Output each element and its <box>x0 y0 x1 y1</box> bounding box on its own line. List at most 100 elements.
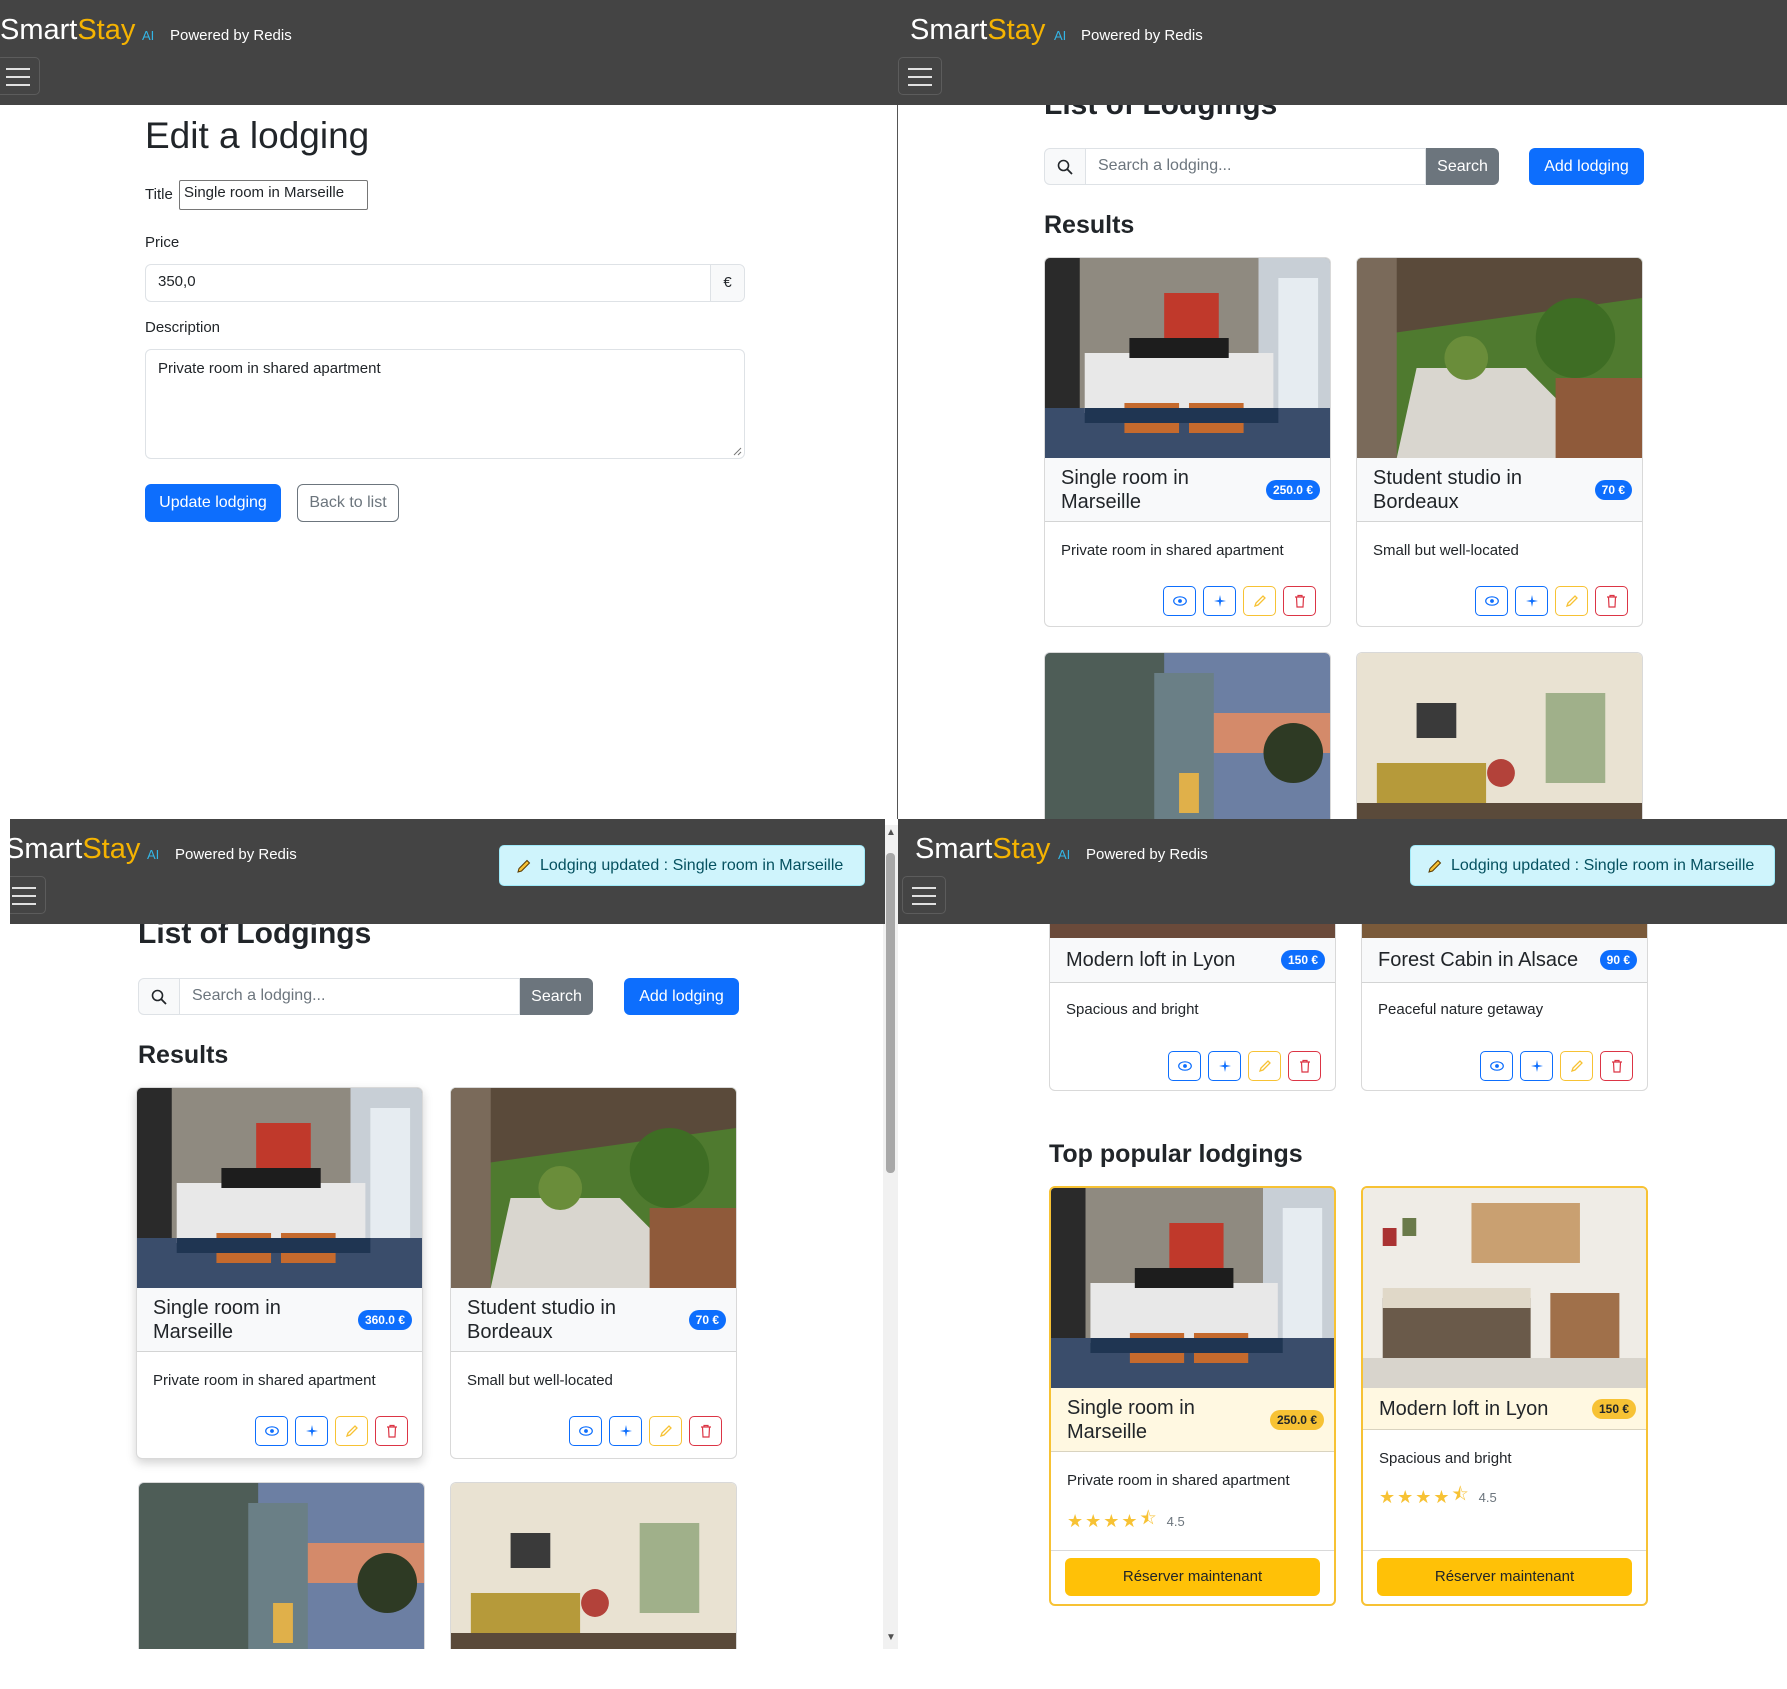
lodging-card[interactable] <box>450 1482 737 1649</box>
pencil-icon <box>1570 1060 1583 1073</box>
price-input[interactable]: 350,0 <box>146 265 710 301</box>
description-textarea[interactable]: Private room in shared apartment <box>145 349 745 459</box>
edit-button[interactable] <box>649 1416 682 1446</box>
card-title: Single room in Marseille <box>153 1296 281 1343</box>
edit-button[interactable] <box>1555 586 1588 616</box>
search-button[interactable]: Search <box>520 978 593 1015</box>
eye-icon <box>1484 596 1499 606</box>
card-actions <box>1475 586 1628 616</box>
ai-label: AI <box>142 28 155 43</box>
powered-by-label: Powered by Redis <box>175 846 297 863</box>
sparkle-icon <box>619 1425 632 1437</box>
pencil-icon <box>1428 859 1442 873</box>
card-title: Student studio in Bordeaux <box>1373 466 1522 513</box>
brand-logo[interactable]: SmartStay <box>10 833 140 866</box>
price-badge: 360.0 € <box>357 1309 412 1330</box>
update-lodging-button[interactable]: Update lodging <box>145 484 281 522</box>
brand-logo[interactable]: SmartStay <box>0 14 135 47</box>
sparkle-icon <box>1218 1060 1231 1072</box>
list-pane-before: SmartStay AI Powered by Redis List of Lo… <box>898 0 1787 819</box>
lodging-card[interactable] <box>138 1482 425 1649</box>
ai-button[interactable] <box>1520 1051 1553 1081</box>
delete-button[interactable] <box>1288 1051 1321 1081</box>
view-button[interactable] <box>255 1416 288 1446</box>
brand-logo[interactable]: SmartStay <box>915 833 1050 866</box>
price-label: Price <box>145 234 180 251</box>
menu-toggle-button[interactable] <box>902 876 946 914</box>
brand-logo[interactable]: SmartStay <box>910 14 1045 47</box>
lodging-card[interactable]: Student studio in Bordeaux 70 € Small bu… <box>1356 257 1643 627</box>
ai-button[interactable] <box>609 1416 642 1446</box>
card-title: Single room in Marseille <box>1061 466 1189 513</box>
lodging-card[interactable] <box>1044 652 1331 819</box>
star-icon: ★ <box>1121 1510 1138 1531</box>
edit-lodging-pane: SmartStay AI Powered by Redis Edit a lod… <box>0 0 898 819</box>
search-button[interactable]: Search <box>1426 148 1499 185</box>
view-button[interactable] <box>1163 586 1196 616</box>
delete-button[interactable] <box>1283 586 1316 616</box>
ai-button[interactable] <box>1203 586 1236 616</box>
currency-addon: € <box>710 265 744 301</box>
add-lodging-button[interactable]: Add lodging <box>1529 148 1644 185</box>
lodging-card[interactable]: Single room in Marseille 250.0 € Private… <box>1044 257 1331 627</box>
menu-toggle-button[interactable] <box>10 876 46 914</box>
lodging-card[interactable]: Student studio in Bordeaux 70 € Small bu… <box>450 1087 737 1459</box>
menu-toggle-button[interactable] <box>0 57 40 95</box>
card-description: Spacious and bright <box>1379 1450 1512 1467</box>
card-header: Forest Cabin in Alsace 90 € <box>1362 938 1647 983</box>
rating-value: 4.5 <box>1478 1489 1497 1505</box>
ai-button[interactable] <box>295 1416 328 1446</box>
card-description: Small but well-located <box>1373 542 1519 559</box>
eye-icon <box>1489 1061 1504 1071</box>
lodging-card[interactable]: Single room in Marseille 360.0 € Private… <box>136 1087 423 1459</box>
star-half-icon: ⯪ <box>1139 1508 1157 1528</box>
powered-by-label: Powered by Redis <box>1081 27 1203 44</box>
card-actions <box>1480 1051 1633 1081</box>
price-badge: 70 € <box>1594 479 1632 500</box>
reserve-button[interactable]: Réserver maintenant <box>1377 1558 1632 1596</box>
ai-button[interactable] <box>1208 1051 1241 1081</box>
view-button[interactable] <box>1480 1051 1513 1081</box>
popular-lodging-card[interactable]: Modern loft in Lyon 150 € Spacious and b… <box>1361 1186 1648 1606</box>
pencil-icon <box>659 1425 672 1438</box>
card-description: Private room in shared apartment <box>1061 542 1284 559</box>
lodging-card[interactable] <box>1356 652 1643 819</box>
price-badge: 90 € <box>1599 950 1637 970</box>
edit-button[interactable] <box>1560 1051 1593 1081</box>
reserve-button[interactable]: Réserver maintenant <box>1065 1558 1320 1596</box>
search-input[interactable]: Search a lodging... <box>180 978 520 1015</box>
scroll-down-arrow-icon[interactable]: ▼ <box>886 1632 896 1643</box>
edit-button[interactable] <box>1248 1051 1281 1081</box>
list-pane-after: SmartStay AI Powered by Redis Lodging up… <box>10 819 885 1649</box>
view-button[interactable] <box>569 1416 602 1446</box>
edit-button[interactable] <box>335 1416 368 1446</box>
card-footer-divider <box>1051 1550 1334 1551</box>
delete-button[interactable] <box>1600 1051 1633 1081</box>
delete-button[interactable] <box>689 1416 722 1446</box>
view-button[interactable] <box>1168 1051 1201 1081</box>
menu-toggle-button[interactable] <box>898 57 942 95</box>
search-group: Search a lodging... Search <box>1044 148 1499 185</box>
star-icon: ★ <box>1415 1486 1432 1507</box>
price-badge: 250.0 € <box>1269 1409 1324 1430</box>
sparkle-icon <box>305 1425 318 1437</box>
results-heading: Results <box>138 1041 229 1069</box>
pencil-icon <box>1253 595 1266 608</box>
resize-handle-icon[interactable] <box>732 446 742 456</box>
delete-button[interactable] <box>1595 586 1628 616</box>
delete-button[interactable] <box>375 1416 408 1446</box>
view-button[interactable] <box>1475 586 1508 616</box>
scrollbar[interactable]: ▲ ▼ <box>883 825 898 1649</box>
add-lodging-button[interactable]: Add lodging <box>624 978 739 1015</box>
scrollbar-thumb[interactable] <box>886 853 895 1173</box>
edit-button[interactable] <box>1243 586 1276 616</box>
navbar: SmartStay AI Powered by Redis <box>0 0 898 105</box>
ai-button[interactable] <box>1515 586 1548 616</box>
scroll-up-arrow-icon[interactable]: ▲ <box>886 827 896 838</box>
back-to-list-button[interactable]: Back to list <box>297 484 399 522</box>
title-input[interactable]: Single room in Marseille <box>179 180 368 210</box>
star-icon: ★ <box>1103 1510 1120 1531</box>
card-title: Student studio in Bordeaux <box>467 1296 616 1343</box>
popular-lodging-card[interactable]: Single room in Marseille 250.0 € Private… <box>1049 1186 1336 1606</box>
search-input[interactable]: Search a lodging... <box>1086 148 1426 185</box>
